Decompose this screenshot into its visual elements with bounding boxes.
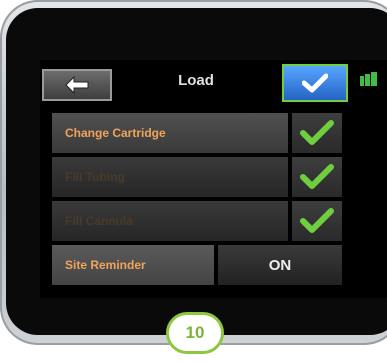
load-menu: Change Cartridge Fill Tubing Fill Cannul… [52,113,342,289]
confirm-button[interactable] [282,64,348,102]
menu-row-label: Change Cartridge [52,113,288,153]
row-status-cell [292,201,342,241]
menu-row-change-cartridge[interactable]: Change Cartridge [52,113,342,153]
green-check-icon [300,164,334,189]
battery-icon [360,72,377,86]
site-reminder-label: Site Reminder [52,245,214,285]
site-reminder-toggle[interactable]: ON [218,245,342,285]
menu-row-site-reminder[interactable]: Site Reminder ON [52,245,342,285]
page-title: Load [178,72,214,89]
menu-row-label: Fill Cannula [52,201,288,241]
row-status-cell [292,113,342,153]
menu-row-label: Fill Tubing [52,157,288,197]
checkmark-icon [302,73,328,93]
step-number-badge: 10 [166,312,224,354]
row-status-cell [292,157,342,197]
arrow-left-icon [65,76,89,94]
menu-row-fill-cannula[interactable]: Fill Cannula [52,201,342,241]
green-check-icon [300,208,334,233]
back-button[interactable] [42,69,112,101]
menu-row-fill-tubing[interactable]: Fill Tubing [52,157,342,197]
green-check-icon [300,120,334,145]
